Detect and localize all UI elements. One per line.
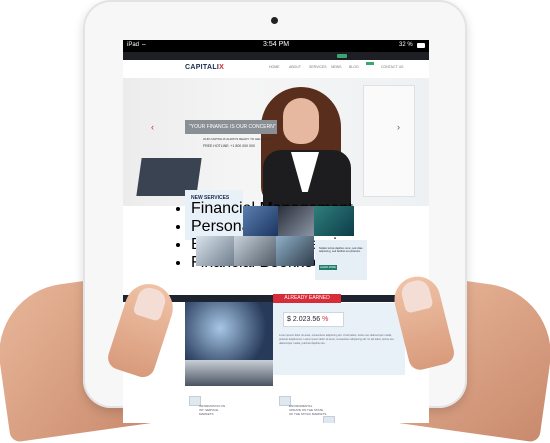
battery-label: 32 % [399,42,413,48]
feature-line: MARKETS [199,412,214,416]
slider-prev-icon[interactable]: ‹ [151,122,154,132]
already-earned-tag: ALREADY EARNED [273,294,341,303]
promo-panel: Nullam luctus dapibus nunc, sed vitae ad… [315,240,367,280]
camera-icon [271,17,278,24]
amount-value: 2.023.56 [292,316,321,323]
earned-paragraph: Lorem ipsum dolor sit amet, consectetur … [279,334,394,345]
network-photo [185,302,273,360]
learn-more-button[interactable]: LEARN MORE [319,265,337,270]
hero-subtitle: OUR CAPITALIX ALWAYS READY TO HELP YOU [203,137,271,141]
hero-phone: FREE HOTLINE: +1 800 000 000 [203,144,255,148]
nav-item-services[interactable]: SERVICES [309,65,327,69]
clock: 3:54 PM [263,41,290,48]
site-navbar [123,60,429,79]
nav-item-about[interactable]: ABOUT [289,65,301,69]
nav-item-home[interactable]: HOME [269,65,280,69]
browser-bar [123,52,429,60]
promo-text: Nullam luctus dapibus nunc, sed vitae ad… [319,247,363,253]
mail-icon [323,416,335,423]
logo-accent: X [219,64,225,71]
business-photo [314,206,354,236]
keyboard-photo [234,236,276,266]
nav-item-news[interactable]: NEWS [331,65,342,69]
wifi-icon: ⌔ [141,44,147,50]
feature-line: OF THE STOCK MARKETS [289,412,327,416]
status-bar: iPad ⌔ 3:54 PM 32 % [123,40,429,52]
logo-text: CAPITALI [185,64,220,71]
feature-market: ENVIROMENTAL UPDATE ON THE STATE OF THE … [289,404,326,416]
slider-next-icon[interactable]: › [397,122,400,132]
amount-suffix: % [322,316,329,323]
office-photo [276,236,314,266]
left-thumbnail [132,284,169,322]
status-pill [337,54,347,58]
ipad-screen: iPad ⌔ 3:54 PM 32 % CAPITALIX HOME ABOUT… [123,40,429,423]
hero-person-face [283,98,319,144]
battery-icon [417,43,425,48]
feature-info: INFORMATION ON INT. SERVICE MARKETS [199,404,225,416]
wall-street-photo [278,206,314,236]
meeting-photo [196,236,234,266]
right-thumbnail [399,277,434,314]
hero-window [363,85,415,197]
nav-accent [366,62,374,65]
currency-symbol: $ [287,316,291,323]
conference-photo [185,360,273,386]
device-label: iPad [127,42,140,48]
nav-item-contact[interactable]: CONTACT US [381,65,403,69]
site-logo[interactable]: CAPITALIX [185,64,224,71]
hero-quote: "YOUR FINANCE IS OUR CONCERN" [185,120,277,134]
nav-item-blog[interactable]: BLOG [349,65,359,69]
city-photo [243,206,278,236]
earned-amount: $ 2.023.56 % [283,312,344,327]
